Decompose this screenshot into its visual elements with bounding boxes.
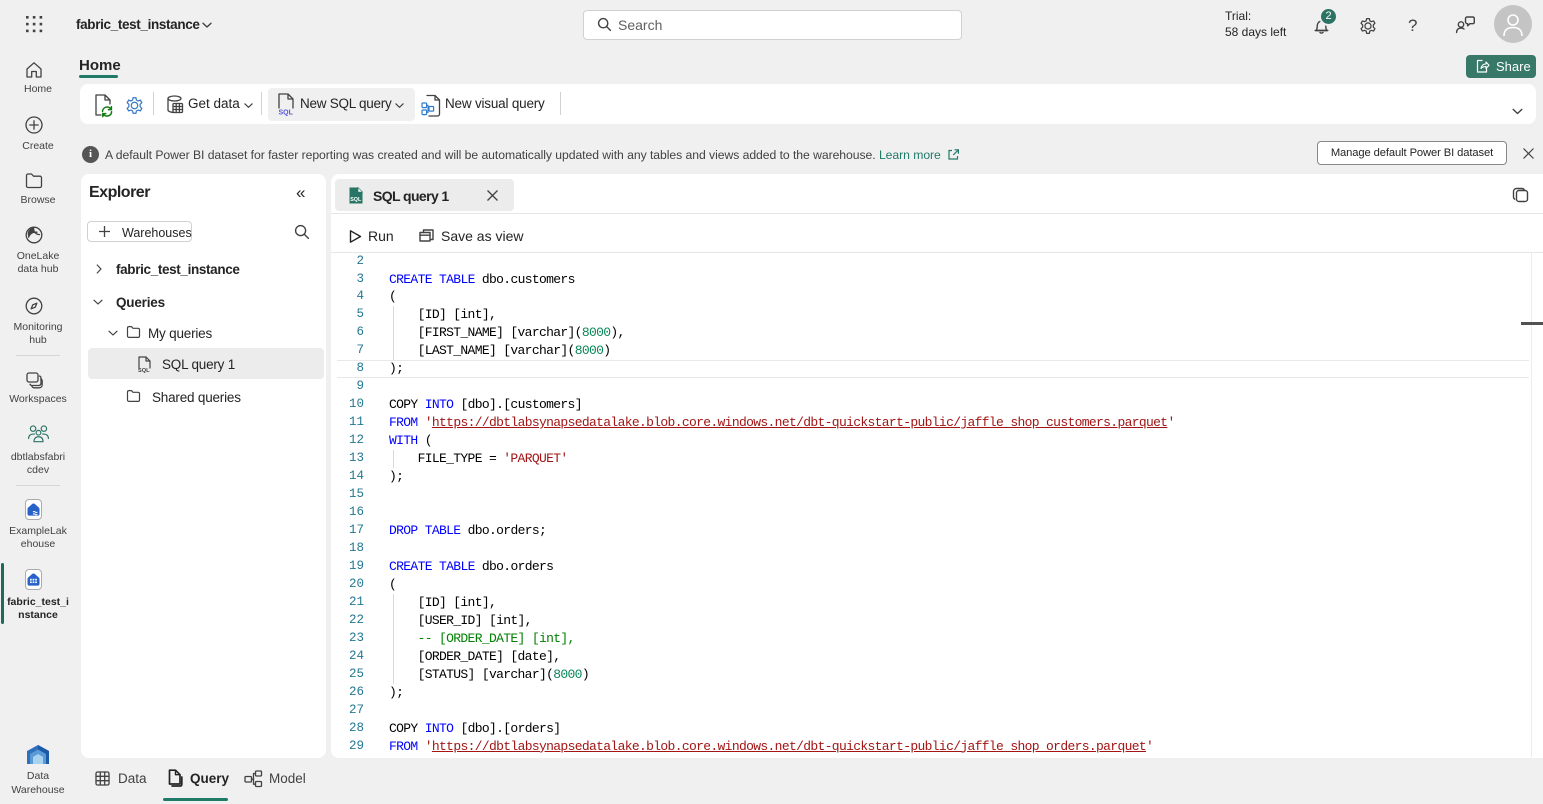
svg-text:SQL: SQL (138, 368, 150, 373)
svg-text:SQL: SQL (350, 197, 362, 203)
svg-text:SQL: SQL (279, 110, 294, 117)
